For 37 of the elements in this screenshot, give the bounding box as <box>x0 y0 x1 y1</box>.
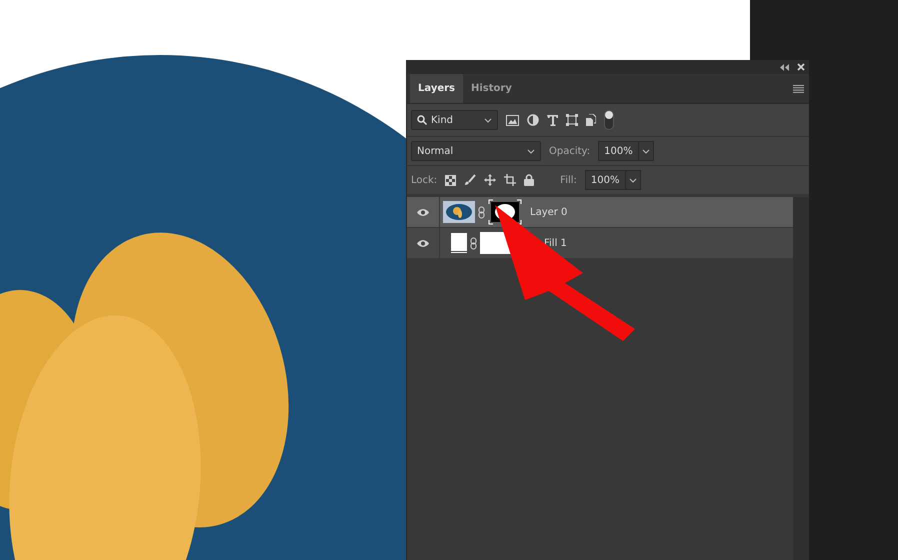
layer-thumbnail <box>443 201 475 223</box>
lock-label: Lock: <box>411 174 438 186</box>
padlock-icon[interactable] <box>524 174 534 186</box>
opacity-label: Opacity: <box>549 146 590 156</box>
blend-mode-dropdown[interactable]: Normal <box>411 141 541 161</box>
panel-tab[interactable]: Layers <box>410 74 463 103</box>
image-icon[interactable] <box>506 114 519 126</box>
color-swatch-icon <box>451 233 467 253</box>
checkerboard-icon[interactable] <box>445 174 456 186</box>
layer-row[interactable]: Layer 0 <box>407 197 793 227</box>
fill-field[interactable]: 100% <box>584 170 640 190</box>
transform-icon[interactable] <box>566 114 578 126</box>
layer-name: Layer 0 <box>530 206 568 218</box>
filter-dropdown[interactable]: Kind <box>411 110 498 130</box>
crop-icon[interactable] <box>504 174 516 186</box>
toggle-switch-icon[interactable] <box>604 110 614 130</box>
menu-icon[interactable] <box>793 84 804 92</box>
caret-icon <box>527 148 535 154</box>
type-icon[interactable] <box>547 114 558 126</box>
brush-icon[interactable] <box>464 174 476 186</box>
collapse-icon[interactable] <box>780 64 789 70</box>
panel-tab[interactable]: History <box>463 74 520 103</box>
move-icon[interactable] <box>484 174 496 186</box>
caret-icon <box>642 148 650 154</box>
caret-icon <box>628 178 636 182</box>
close-icon[interactable] <box>797 63 805 71</box>
chain-link-icon[interactable] <box>478 206 485 218</box>
pointer-arrow-icon <box>495 205 635 341</box>
fill-label: Fill: <box>560 174 577 186</box>
half-circle-icon[interactable] <box>527 114 539 126</box>
chain-link-icon[interactable] <box>470 236 477 250</box>
opacity-field[interactable]: 100% <box>598 141 654 161</box>
caret-icon <box>484 118 492 122</box>
eye-icon[interactable] <box>416 208 430 216</box>
eye-icon[interactable] <box>416 238 430 248</box>
search-icon <box>417 115 427 125</box>
document-icon[interactable] <box>586 114 596 126</box>
